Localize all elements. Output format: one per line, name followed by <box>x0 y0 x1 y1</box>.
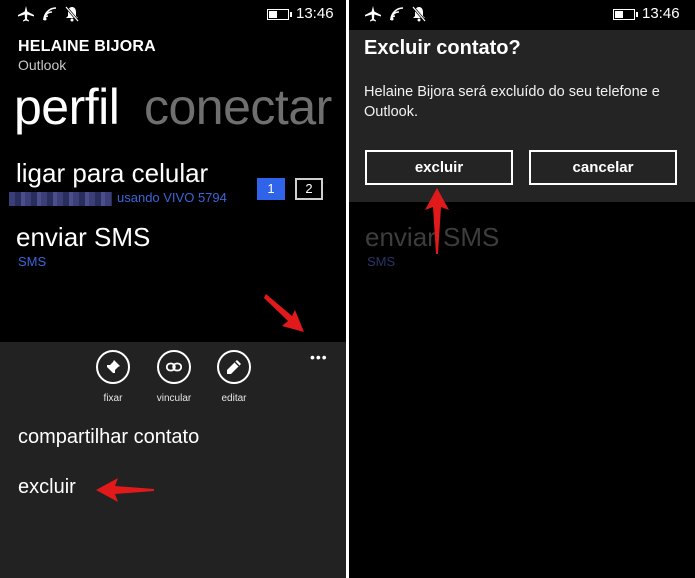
dialog-title: Excluir contato? <box>364 37 521 59</box>
wifi-icon <box>390 7 404 21</box>
more-options-button[interactable]: ••• <box>310 349 328 365</box>
pencil-icon <box>227 360 241 374</box>
blurred-phone-number <box>9 192 112 206</box>
confirm-delete-button[interactable]: excluir <box>365 150 513 185</box>
airplane-icon <box>18 6 34 22</box>
status-bar: 13:46 <box>0 0 346 30</box>
dialog-message: Helaine Bijora será excluído do seu tele… <box>364 84 660 120</box>
menu-item-delete[interactable]: excluir <box>18 476 76 499</box>
link-button[interactable]: vincular <box>144 350 204 404</box>
annotation-arrow-icon <box>96 478 154 502</box>
left-screen: 13:46 HELAINE BIJORA Outlook perfil cone… <box>0 0 346 578</box>
sim-2-button[interactable]: 2 <box>295 178 323 200</box>
battery-icon <box>267 9 292 20</box>
link-icon <box>166 362 182 372</box>
annotation-arrow-icon <box>264 294 304 332</box>
status-time: 13:46 <box>642 5 680 22</box>
pin-label: fixar <box>103 393 123 404</box>
annotation-arrow-icon <box>425 188 449 254</box>
pin-button[interactable]: fixar <box>83 350 143 404</box>
status-time: 13:46 <box>296 5 334 22</box>
sms-label: SMS <box>18 254 47 269</box>
background-sms-label: SMS <box>367 254 396 269</box>
edit-button[interactable]: editar <box>204 350 264 404</box>
contact-source: Outlook <box>18 57 67 73</box>
cancel-button[interactable]: cancelar <box>529 150 677 185</box>
link-label: vincular <box>156 393 192 404</box>
airplane-icon <box>365 6 381 22</box>
bell-muted-icon <box>65 6 79 22</box>
pivot-perfil[interactable]: perfil <box>14 78 120 136</box>
menu-item-share-contact[interactable]: compartilhar contato <box>18 426 199 449</box>
edit-label: editar <box>221 393 247 404</box>
call-carrier-label: usando VIVO 5794 <box>117 190 227 205</box>
pin-icon <box>106 360 120 374</box>
send-sms-action[interactable]: enviar SMS <box>16 222 150 253</box>
wifi-icon <box>43 7 57 21</box>
sim-1-button[interactable]: 1 <box>257 178 285 200</box>
contact-name: HELAINE BIJORA <box>18 38 156 55</box>
call-mobile-action[interactable]: ligar para celular <box>16 158 208 189</box>
battery-icon <box>613 9 638 20</box>
pivot-conectar[interactable]: conectar <box>144 78 332 136</box>
bell-muted-icon <box>412 6 426 22</box>
status-bar: 13:46 <box>349 0 695 30</box>
right-screen: 13:46 Excluir contato? Helaine Bijora se… <box>349 0 695 578</box>
